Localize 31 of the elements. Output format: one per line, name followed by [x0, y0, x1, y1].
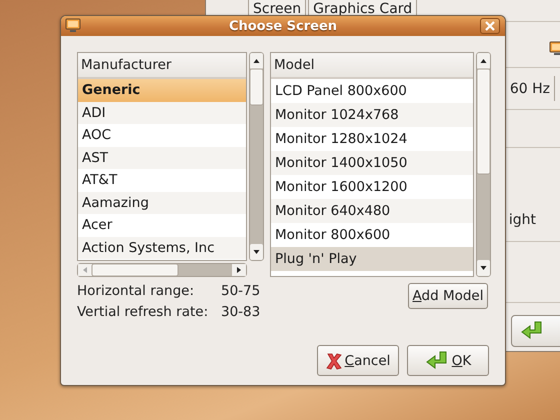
list-item[interactable]: Aamazing — [78, 192, 246, 214]
field-value: 50-75 — [221, 283, 260, 299]
list-item[interactable]: Generic — [78, 79, 246, 102]
list-item[interactable]: ADI — [78, 102, 246, 124]
cross-icon — [326, 352, 342, 370]
close-button[interactable] — [480, 18, 500, 34]
vertical-scrollbar[interactable] — [249, 52, 264, 261]
cancel-button[interactable]: Cancel — [317, 345, 399, 376]
horizontal-scrollbar[interactable] — [77, 263, 247, 277]
list-item[interactable]: Plug 'n' Play — [271, 247, 473, 271]
enter-arrow-icon — [520, 321, 544, 341]
vertical-scrollbar[interactable] — [476, 52, 491, 277]
monitor-icon — [65, 18, 81, 34]
enter-arrow-icon — [424, 350, 449, 370]
field-label: Vertial refresh rate: — [77, 304, 210, 320]
field-label: Horizontal range: — [77, 283, 196, 299]
list-item[interactable]: AST — [78, 146, 246, 169]
column-header[interactable]: Manufacturer — [78, 53, 246, 79]
column-header[interactable]: Model — [271, 53, 473, 79]
window-title: Choose Screen — [228, 18, 338, 34]
list-view[interactable]: Model LCD Panel 800x600 Monitor 1024x768 Monitor 1280x1024 Monitor 1400x1050 Monitor 1600x1200 Monitor 640x480 Monitor 800x600 Plug 'n' Play — [270, 52, 474, 277]
list-item[interactable]: Monitor 1400x1050 — [271, 151, 473, 175]
field-value: 30-83 — [221, 304, 260, 320]
label-fragment: ight — [508, 212, 536, 228]
list-item[interactable]: Action Systems, Inc — [78, 236, 246, 259]
add-model-button[interactable]: Add Model — [408, 283, 488, 309]
ok-button[interactable]: OK — [407, 345, 489, 376]
list-item[interactable]: Monitor 1024x768 — [271, 103, 473, 127]
list-view[interactable]: Manufacturer Generic ADI AOC AST AT&T Aamazing Acer Action Systems, Inc — [77, 52, 247, 261]
close-icon — [485, 21, 495, 31]
list-item[interactable]: Monitor 640x480 — [271, 199, 473, 223]
